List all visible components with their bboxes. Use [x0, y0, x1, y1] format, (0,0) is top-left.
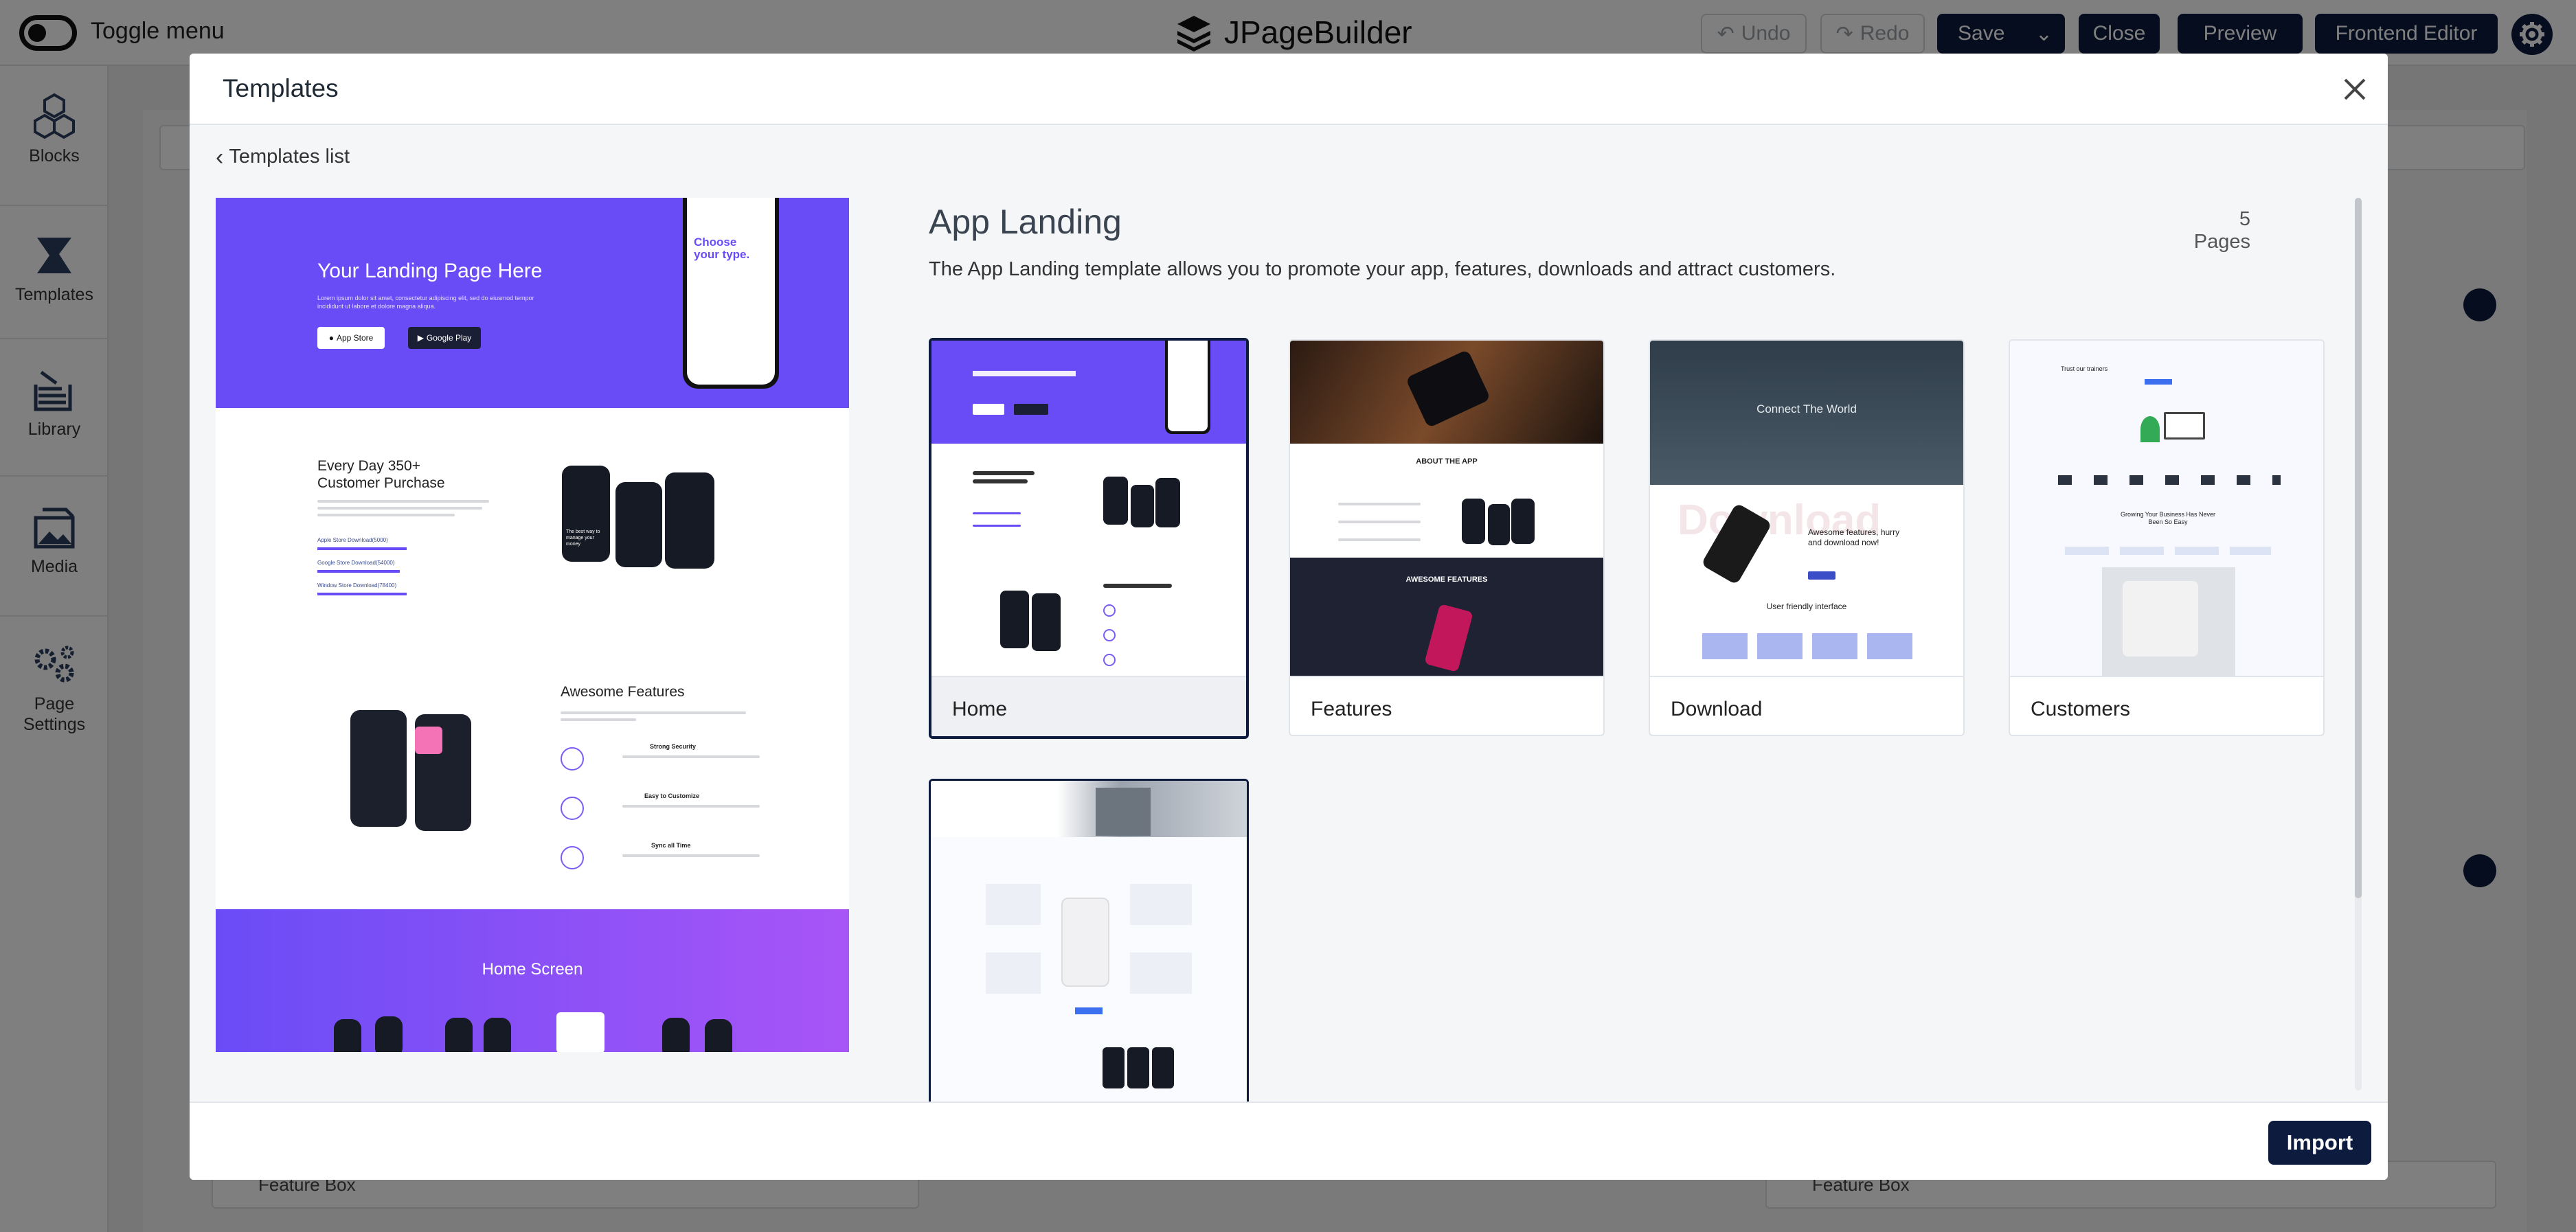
import-label: Import — [2286, 1130, 2353, 1154]
page-card-label: Home — [931, 676, 1246, 736]
templates-list-label: Templates list — [229, 146, 350, 168]
page-card-features[interactable]: ABOUT THE APP AWESOME FEATURES Features — [1289, 339, 1605, 736]
stats-list: Apple Store Download(5000) Google Store … — [317, 537, 497, 595]
page-card-customers[interactable]: Trust our trainers Growing Your Business… — [2009, 339, 2325, 736]
template-preview[interactable]: Your Landing Page Here Lorem ipsum dolor… — [216, 198, 849, 1052]
feature-label: Sync all Time — [651, 842, 691, 849]
pages-count: 5 Pages — [2193, 208, 2250, 253]
modal-footer — [190, 1102, 2388, 1180]
chevron-left-icon: ‹ — [216, 144, 224, 170]
page-thumbnail — [931, 781, 1247, 1134]
download-headline: Awesome features, hurry and download now… — [1808, 527, 1900, 547]
stat-item: Google Store Download(54000) — [317, 560, 400, 573]
page-card-home[interactable]: Home — [929, 338, 1249, 739]
template-description: The App Landing template allows you to p… — [929, 258, 1836, 280]
home-screen-title: Home Screen — [482, 960, 583, 979]
modal-title: Templates — [223, 74, 339, 102]
page-card-label: Download — [1650, 676, 1963, 735]
page-card-download[interactable]: Connect The World Download Awesome featu… — [1649, 339, 1965, 736]
page-card-label: Features — [1290, 676, 1603, 735]
play-icon: ▶ — [417, 333, 424, 343]
import-button[interactable]: Import — [2268, 1121, 2371, 1165]
sync-icon — [561, 846, 584, 869]
about-the-app-heading: ABOUT THE APP — [1416, 457, 1478, 466]
app-store-label: App Store — [336, 333, 374, 343]
page-thumbnail — [931, 341, 1246, 676]
download-subheading: User friendly interface — [1766, 602, 1847, 611]
feature-item: Easy to Customize — [561, 792, 835, 842]
app-store-badge: ● App Store — [317, 327, 385, 349]
phone-heading: Choose your type. — [694, 236, 750, 261]
apple-icon: ● — [328, 333, 334, 343]
feature-label: Strong Security — [650, 743, 697, 750]
scrollbar-thumb[interactable] — [2355, 198, 2362, 898]
page-card-label: Customers — [2010, 676, 2323, 735]
page-thumbnail: Trust our trainers Growing Your Business… — [2010, 341, 2323, 676]
phone-card-text: The best way to manage your money — [566, 529, 600, 547]
google-play-badge: ▶ Google Play — [408, 327, 481, 349]
awesome-features-heading: AWESOME FEATURES — [1405, 575, 1488, 584]
preview-hero-subtitle: Lorem ipsum dolor sit amet, consectetur … — [317, 295, 534, 310]
preview-home-screen-section: Home Screen — [216, 909, 849, 1052]
template-name: App Landing — [929, 203, 1122, 241]
preview-section-features-title: Awesome Features — [561, 684, 685, 700]
preview-section-stats-title: Every Day 350+ Customer Purchase — [317, 458, 445, 491]
preview-hero-title: Your Landing Page Here — [317, 260, 543, 282]
page-card-fifth[interactable] — [929, 779, 1249, 1136]
page-thumbnail: Connect The World Download Awesome featu… — [1650, 341, 1963, 676]
preview-hero: Your Landing Page Here Lorem ipsum dolor… — [216, 198, 849, 408]
feature-item: Strong Security — [561, 743, 835, 792]
shield-icon — [561, 747, 584, 771]
customize-icon — [561, 797, 584, 820]
templates-list-link[interactable]: ‹ Templates list — [216, 144, 350, 170]
page-thumbnail: ABOUT THE APP AWESOME FEATURES — [1290, 341, 1603, 676]
stat-item: Window Store Download(78400) — [317, 582, 407, 595]
close-icon[interactable] — [2340, 74, 2370, 104]
stat-item: Apple Store Download(5000) — [317, 537, 407, 550]
modal-header: Templates — [190, 54, 2388, 125]
features-list: Strong Security Easy to Customize Sync a… — [561, 743, 835, 891]
google-play-label: Google Play — [426, 333, 472, 343]
templates-modal: Templates ‹ Templates list Your Landing … — [190, 54, 2388, 1180]
feature-item: Sync all Time — [561, 842, 835, 891]
connect-world-heading: Connect The World — [1756, 402, 1857, 415]
feature-label: Easy to Customize — [644, 792, 700, 799]
customers-subheading: Growing Your Business Has Never Been So … — [2120, 511, 2216, 525]
preview-phone: The best way to manage your money — [562, 466, 610, 562]
customers-heading: Trust our trainers — [2061, 365, 2108, 372]
hero-phone: Choose your type. — [683, 198, 779, 389]
